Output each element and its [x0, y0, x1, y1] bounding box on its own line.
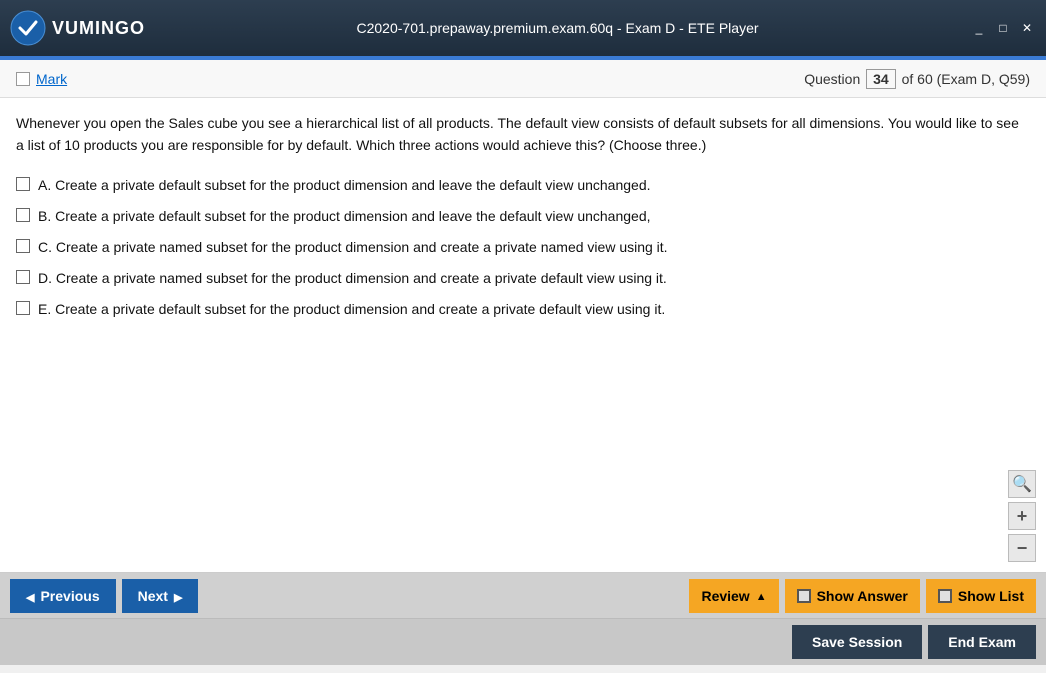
zoom-controls: 🔍 + − [1008, 470, 1036, 562]
question-total: of 60 (Exam D, Q59) [902, 71, 1030, 87]
vumingo-logo-icon [10, 10, 46, 46]
option-a[interactable]: A. Create a private default subset for t… [16, 175, 1030, 196]
nav-bar: Previous Next Review Show Answer Show Li… [0, 573, 1046, 619]
chevron-left-icon [26, 588, 34, 604]
title-bar: VUMINGO C2020-701.prepaway.premium.exam.… [0, 0, 1046, 56]
previous-button[interactable]: Previous [10, 579, 116, 613]
show-list-button[interactable]: Show List [926, 579, 1036, 613]
previous-label: Previous [40, 588, 99, 604]
search-icon[interactable]: 🔍 [1008, 470, 1036, 498]
mark-checkbox[interactable] [16, 72, 30, 86]
review-button[interactable]: Review [689, 579, 778, 613]
action-bar: Save Session End Exam [0, 619, 1046, 665]
option-e-text: E. Create a private default subset for t… [38, 299, 665, 320]
question-label: Question [804, 71, 860, 87]
option-d-text: D. Create a private named subset for the… [38, 268, 667, 289]
zoom-in-button[interactable]: + [1008, 502, 1036, 530]
chevron-right-icon [174, 588, 182, 604]
question-text: Whenever you open the Sales cube you see… [16, 112, 1030, 157]
zoom-out-button[interactable]: − [1008, 534, 1036, 562]
options-list: A. Create a private default subset for t… [16, 175, 1030, 320]
next-label: Next [138, 588, 168, 604]
review-label: Review [701, 588, 749, 604]
option-a-text: A. Create a private default subset for t… [38, 175, 651, 196]
logo-area: VUMINGO [10, 10, 145, 46]
mark-link[interactable]: Mark [36, 71, 67, 87]
show-answer-button[interactable]: Show Answer [785, 579, 920, 613]
window-controls[interactable]: _ □ ✕ [970, 21, 1036, 35]
minimize-button[interactable]: _ [970, 21, 988, 35]
option-b-checkbox[interactable] [16, 208, 30, 222]
question-info: Question 34 of 60 (Exam D, Q59) [804, 69, 1030, 89]
option-b-text: B. Create a private default subset for t… [38, 206, 651, 227]
end-exam-button[interactable]: End Exam [928, 625, 1036, 659]
next-button[interactable]: Next [122, 579, 199, 613]
option-c[interactable]: C. Create a private named subset for the… [16, 237, 1030, 258]
close-button[interactable]: ✕ [1018, 21, 1036, 35]
window-title: C2020-701.prepaway.premium.exam.60q - Ex… [145, 20, 970, 36]
save-session-button[interactable]: Save Session [792, 625, 922, 659]
option-e-checkbox[interactable] [16, 301, 30, 315]
show-answer-label: Show Answer [817, 588, 908, 604]
logo-text: VUMINGO [52, 18, 145, 39]
question-bar: Mark Question 34 of 60 (Exam D, Q59) [0, 60, 1046, 98]
content-area: Whenever you open the Sales cube you see… [0, 98, 1046, 573]
mark-area[interactable]: Mark [16, 71, 67, 87]
option-b[interactable]: B. Create a private default subset for t… [16, 206, 1030, 227]
option-a-checkbox[interactable] [16, 177, 30, 191]
option-e[interactable]: E. Create a private default subset for t… [16, 299, 1030, 320]
review-chevron-icon [756, 587, 767, 605]
show-answer-checkbox-icon [797, 589, 811, 603]
show-list-label: Show List [958, 588, 1024, 604]
option-c-text: C. Create a private named subset for the… [38, 237, 668, 258]
question-number: 34 [866, 69, 896, 89]
option-d-checkbox[interactable] [16, 270, 30, 284]
show-list-checkbox-icon [938, 589, 952, 603]
option-c-checkbox[interactable] [16, 239, 30, 253]
maximize-button[interactable]: □ [994, 21, 1012, 35]
option-d[interactable]: D. Create a private named subset for the… [16, 268, 1030, 289]
